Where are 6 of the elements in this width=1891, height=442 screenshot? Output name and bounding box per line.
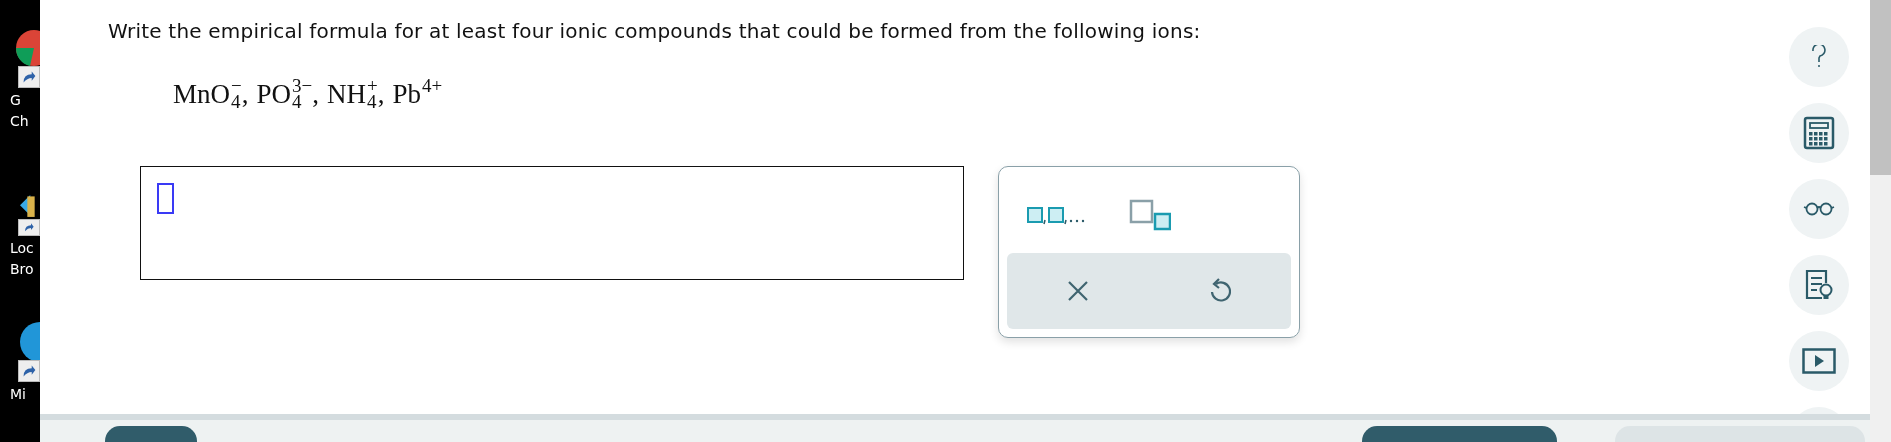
desktop-icon-label: Mi bbox=[9, 385, 26, 404]
desktop-icon-label: Ch bbox=[9, 112, 29, 131]
desktop-icon-label: Bro bbox=[9, 260, 34, 279]
desktop-icon-label: G bbox=[9, 91, 21, 110]
question-prompt: Write the empirical formula for at least four ionic compounds that could be formed from the following ions: bbox=[108, 18, 1202, 44]
desktop-icon-label: Loc bbox=[9, 239, 34, 258]
